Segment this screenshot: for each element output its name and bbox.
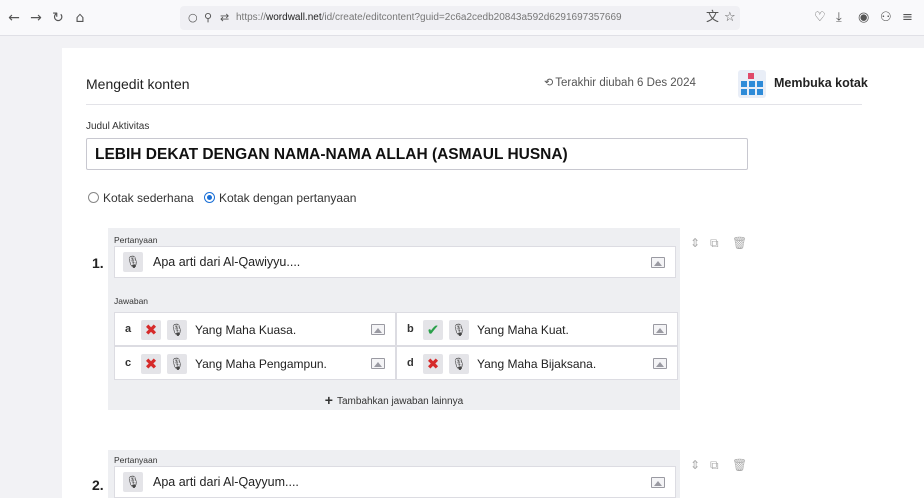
back-icon[interactable]: ←	[6, 10, 22, 26]
question-text: Apa arti dari Al-Qayyum....	[153, 475, 299, 489]
question-input-1[interactable]: 🎙 Apa arti dari Al-Qawiyyu....	[114, 246, 676, 278]
incorrect-mark-icon[interactable]: ✖	[141, 354, 161, 374]
question-label: Pertanyaan	[114, 455, 158, 465]
microphone-icon[interactable]: 🎙	[449, 354, 469, 374]
question-label: Pertanyaan	[114, 235, 158, 245]
answer-b[interactable]: b ✔ 🎙 Yang Maha Kuat.	[396, 312, 678, 346]
radio-box-with-questions[interactable]	[204, 192, 215, 203]
address-bar[interactable]: ○ ⚲ ⇄ https://wordwall.net/id/create/edi…	[180, 6, 740, 30]
radio-label-simple-box[interactable]: Kotak sederhana	[103, 191, 194, 205]
bookmark-star-icon[interactable]: ☆	[724, 10, 736, 26]
question-block-1: Pertanyaan 🎙 Apa arti dari Al-Qawiyyu...…	[108, 228, 680, 410]
answer-letter: a	[125, 323, 132, 335]
reload-icon[interactable]: ↻	[50, 10, 66, 26]
shield-icon[interactable]: ○	[188, 11, 198, 25]
radio-label-box-with-questions[interactable]: Kotak dengan pertanyaan	[219, 191, 356, 205]
reorder-icon[interactable]: ⇕	[690, 236, 700, 250]
microphone-icon[interactable]: 🎙	[167, 354, 187, 374]
question-number: 2.	[92, 477, 104, 493]
answer-letter: c	[125, 357, 132, 369]
question-block-2: Pertanyaan 🎙 Apa arti dari Al-Qayyum....	[108, 450, 680, 498]
question-input-2[interactable]: 🎙 Apa arti dari Al-Qayyum....	[114, 466, 676, 498]
home-icon[interactable]: ⌂	[72, 10, 88, 26]
forward-icon[interactable]: →	[28, 10, 44, 26]
microphone-icon[interactable]: 🎙	[123, 472, 143, 492]
duplicate-icon[interactable]: ⧉	[710, 458, 719, 473]
incorrect-mark-icon[interactable]: ✖	[141, 320, 161, 340]
image-icon[interactable]	[371, 358, 385, 369]
incorrect-mark-icon[interactable]: ✖	[423, 354, 443, 374]
history-icon: ⟲	[544, 76, 554, 89]
answers-grid: a ✖ 🎙 Yang Maha Kuasa. b ✔ 🎙 Yang Maha K…	[114, 312, 678, 380]
answer-text: Yang Maha Kuat.	[477, 323, 569, 337]
browser-toolbar: ← → ↻ ⌂ ○ ⚲ ⇄ https://wordwall.net/id/cr…	[0, 0, 924, 36]
account-icon[interactable]: ⚇	[880, 10, 892, 26]
open-box-template-icon[interactable]	[738, 70, 766, 98]
activity-title-input[interactable]: LEBIH DEKAT DENGAN NAMA-NAMA ALLAH (ASMA…	[86, 138, 748, 170]
translate-icon[interactable]: 文	[706, 10, 719, 26]
answer-letter: d	[407, 357, 414, 369]
download-icon[interactable]: ⤓	[836, 10, 842, 26]
plus-icon: +	[324, 392, 333, 408]
last-edited-text: Terakhir diubah 6 Des 2024	[555, 77, 696, 89]
duplicate-icon[interactable]: ⧉	[710, 236, 719, 251]
permissions-icon[interactable]: ⇄	[220, 11, 229, 25]
activity-title-label: Judul Aktivitas	[86, 121, 150, 132]
microphone-icon[interactable]: 🎙	[123, 252, 143, 272]
image-icon[interactable]	[651, 477, 665, 488]
page-title: Mengedit konten	[86, 76, 190, 92]
answers-label: Jawaban	[114, 296, 149, 306]
add-answer-button[interactable]: + Tambahkan jawaban lainnya	[108, 392, 680, 408]
answer-text: Yang Maha Pengampun.	[195, 357, 327, 371]
answer-text: Yang Maha Kuasa.	[195, 323, 297, 337]
last-edited-link[interactable]: ⟲ Terakhir diubah 6 Des 2024	[544, 76, 696, 89]
extensions-icon[interactable]: ◉	[858, 10, 869, 26]
question-number: 1.	[92, 255, 104, 271]
question-text: Apa arti dari Al-Qawiyyu....	[153, 255, 301, 269]
answer-d[interactable]: d ✖ 🎙 Yang Maha Bijaksana.	[396, 346, 678, 380]
url-text: https://wordwall.net/id/create/editconte…	[236, 12, 622, 23]
image-icon[interactable]	[653, 324, 667, 335]
answer-a[interactable]: a ✖ 🎙 Yang Maha Kuasa.	[114, 312, 396, 346]
image-icon[interactable]	[371, 324, 385, 335]
image-icon[interactable]	[653, 358, 667, 369]
correct-mark-icon[interactable]: ✔	[423, 320, 443, 340]
lock-icon[interactable]: ⚲	[204, 11, 212, 25]
reorder-icon[interactable]: ⇕	[690, 458, 700, 472]
radio-simple-box[interactable]	[88, 192, 99, 203]
pocket-icon[interactable]: ♡	[814, 10, 826, 26]
microphone-icon[interactable]: 🎙	[167, 320, 187, 340]
answer-c[interactable]: c ✖ 🎙 Yang Maha Pengampun.	[114, 346, 396, 380]
divider	[86, 104, 862, 105]
image-icon[interactable]	[651, 257, 665, 268]
answer-text: Yang Maha Bijaksana.	[477, 357, 597, 371]
microphone-icon[interactable]: 🎙	[449, 320, 469, 340]
delete-icon[interactable]: 🗑	[732, 458, 747, 472]
delete-icon[interactable]: 🗑	[732, 236, 747, 250]
menu-icon[interactable]: ≡	[902, 10, 913, 26]
template-name[interactable]: Membuka kotak	[774, 76, 868, 90]
edit-content-panel: Mengedit konten ⟲ Terakhir diubah 6 Des 2…	[62, 48, 924, 498]
add-answer-label: Tambahkan jawaban lainnya	[336, 396, 464, 407]
answer-letter: b	[407, 323, 414, 335]
